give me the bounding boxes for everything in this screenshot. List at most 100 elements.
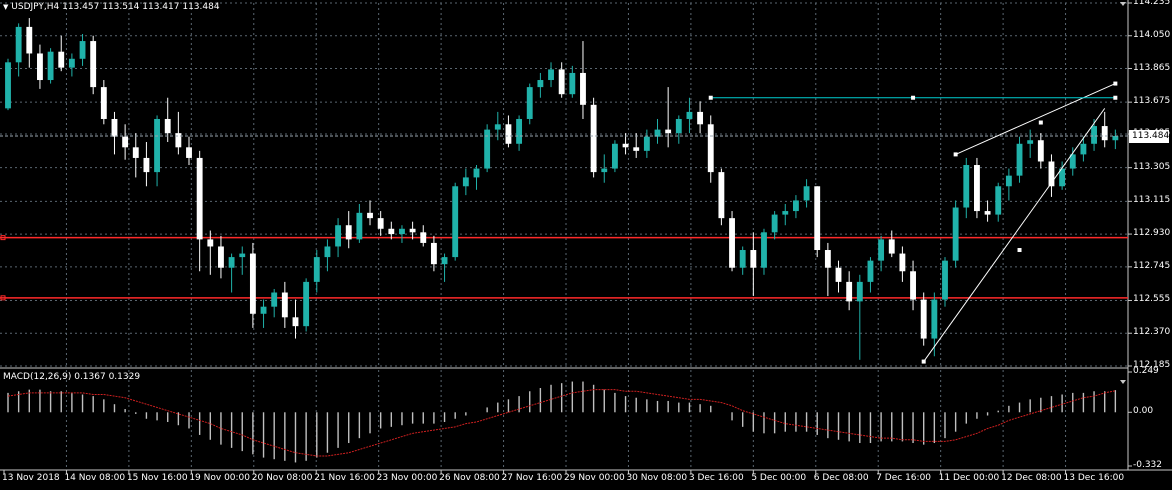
candle-body xyxy=(995,186,1002,215)
candle-body xyxy=(303,281,310,327)
time-tick-label: 3 Dec 16:00 xyxy=(688,473,744,483)
candle-body xyxy=(175,133,182,148)
macd-tick-label: 0.00 xyxy=(1133,406,1154,417)
candle-body xyxy=(239,253,246,258)
candle-body xyxy=(143,157,150,173)
candle-body xyxy=(420,232,427,243)
candle-body xyxy=(484,129,491,169)
candle-body xyxy=(878,239,885,261)
candle-body xyxy=(1027,140,1034,144)
candle-body xyxy=(761,232,767,268)
ohlc-readout: 113.457 113.514 113.417 113.484 xyxy=(62,2,220,12)
candle-body xyxy=(984,211,991,215)
price-tick-label: 114.235 xyxy=(1133,0,1171,7)
candle-body xyxy=(590,104,597,173)
candle-body xyxy=(399,228,405,235)
time-tick-label: 20 Nov 08:00 xyxy=(251,473,313,483)
candle-body xyxy=(26,26,33,54)
candle-body xyxy=(1037,140,1044,162)
time-tick-label: 12 Dec 08:00 xyxy=(1001,473,1062,483)
candle-body xyxy=(122,136,129,148)
candle-body xyxy=(367,212,373,219)
candle-body xyxy=(377,218,384,229)
time-tick-label: 7 Dec 16:00 xyxy=(876,473,932,483)
candle-body xyxy=(1016,143,1023,176)
candle-body xyxy=(601,168,608,173)
candle-body xyxy=(494,124,501,130)
candle-body xyxy=(1080,143,1087,155)
candle-body xyxy=(548,69,554,81)
candle-body xyxy=(1091,126,1097,144)
time-tick-label: 5 Dec 00:00 xyxy=(751,473,807,483)
time-tick-label: 14 Nov 08:00 xyxy=(64,473,126,483)
candle-body xyxy=(963,165,970,208)
candle-body xyxy=(622,143,629,148)
trading-chart-window[interactable]: ▼ USDJPY,H4 113.457 113.514 113.417 113.… xyxy=(0,0,1172,490)
candle-body xyxy=(90,41,97,88)
candle-body xyxy=(313,257,320,282)
candle-body xyxy=(154,118,160,173)
candle-body xyxy=(68,58,75,68)
candle-body xyxy=(580,72,586,105)
time-tick-label: 11 Dec 00:00 xyxy=(938,473,1000,483)
candle-body xyxy=(441,257,448,265)
candle-body xyxy=(473,168,480,178)
candle-body xyxy=(750,250,757,268)
candle-body xyxy=(814,186,821,251)
candle-body xyxy=(1112,135,1119,141)
time-tick-label: 13 Nov 2018 xyxy=(2,473,60,483)
candle-body xyxy=(345,225,352,240)
candle-body xyxy=(15,26,22,63)
candle-body xyxy=(388,228,395,235)
trendline-handle xyxy=(953,152,958,157)
time-tick-label: 15 Nov 16:00 xyxy=(126,473,188,483)
candle-body xyxy=(803,186,810,201)
candle-body xyxy=(867,260,874,282)
candle-body xyxy=(686,111,693,119)
candle-body xyxy=(846,281,853,302)
macd-scroll-marker-icon xyxy=(1120,380,1126,384)
candle-body xyxy=(792,200,799,212)
trendline-lower xyxy=(923,108,1106,362)
candle-body xyxy=(910,271,916,300)
time-tick-label: 27 Nov 16:00 xyxy=(501,473,563,483)
candle-body xyxy=(718,172,725,219)
symbol-timeframe-label: USDJPY,H4 xyxy=(11,2,60,12)
candle-body xyxy=(271,292,278,307)
candle-body xyxy=(899,253,906,272)
time-tick-label: 26 Nov 08:00 xyxy=(439,473,500,483)
candle-body xyxy=(729,218,735,268)
candle-body xyxy=(164,118,171,134)
candle-body xyxy=(569,72,576,95)
macd-title: MACD(12,26,9) 0.1367 0.1329 xyxy=(3,372,141,382)
candle-body xyxy=(558,69,565,95)
chart-menu-chevron-icon[interactable]: ▼ xyxy=(3,3,8,11)
trendline-handle xyxy=(921,359,926,364)
macd-tick-label: -0.332 xyxy=(1133,460,1163,470)
candle-body xyxy=(462,177,469,187)
candle-body xyxy=(292,317,299,327)
candle-body xyxy=(611,143,618,169)
candle-body xyxy=(47,51,54,81)
candle-body xyxy=(196,157,203,240)
candle-body xyxy=(430,242,437,265)
candle-body xyxy=(835,267,842,282)
candle-body xyxy=(249,253,256,314)
candle-body xyxy=(186,147,192,158)
channel-handle xyxy=(708,95,713,100)
time-tick-label: 21 Nov 16:00 xyxy=(314,473,375,483)
price-chart-svg[interactable] xyxy=(0,0,1172,490)
candle-body xyxy=(974,165,980,212)
scroll-marker-icon xyxy=(1120,2,1126,6)
trendline-handle xyxy=(1038,120,1043,125)
macd-tick-label: 0.249 xyxy=(1133,366,1159,376)
candle-body xyxy=(697,111,704,125)
candle-body xyxy=(207,239,214,247)
candle-body xyxy=(675,118,682,134)
candle-body xyxy=(856,281,863,302)
candle-body xyxy=(952,207,959,261)
price-tick-label: 112.930 xyxy=(1133,228,1171,239)
price-tick-label: 113.675 xyxy=(1133,96,1171,107)
price-tick-label: 114.050 xyxy=(1133,29,1171,40)
candle-body xyxy=(5,62,11,109)
